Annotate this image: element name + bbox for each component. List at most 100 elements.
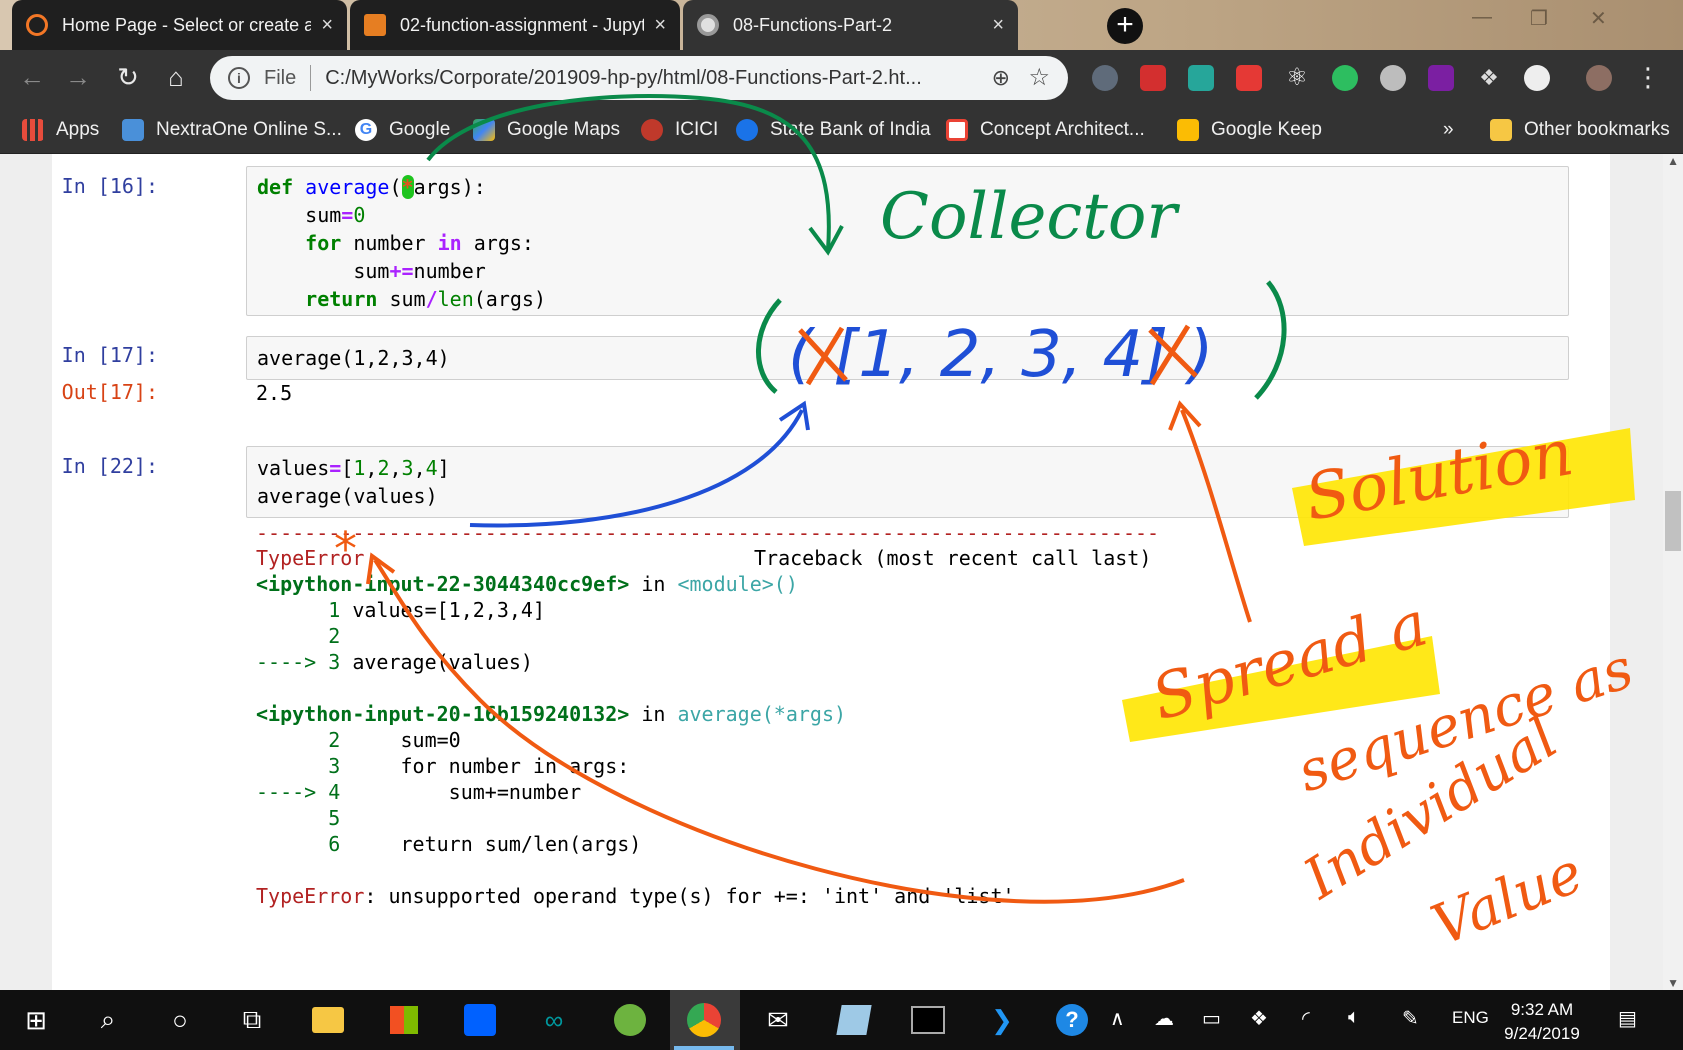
cortana-icon[interactable]: ○	[160, 1000, 200, 1040]
info-icon[interactable]: i	[228, 67, 250, 89]
minimize-icon[interactable]: —	[1472, 6, 1492, 29]
bookmark-icici[interactable]: ICICI	[641, 116, 718, 144]
close-icon[interactable]: ×	[654, 14, 666, 37]
extension-icon-10[interactable]	[1524, 65, 1550, 91]
cell-prompt: In [17]:	[61, 343, 158, 367]
icici-icon	[641, 119, 663, 141]
bookmark-google-maps[interactable]: Google Maps	[473, 116, 620, 144]
traceback-line: ----> 4 sum+=number	[256, 780, 582, 804]
chrome-icon[interactable]	[684, 1000, 724, 1040]
input-language[interactable]: ENG	[1452, 1008, 1489, 1028]
code-cell-17[interactable]: average(1,2,3,4)	[246, 336, 1569, 380]
tab-functions-part-2[interactable]: 08-Functions-Part-2 ×	[683, 0, 1018, 50]
onedrive-icon[interactable]: ☁	[1154, 1006, 1174, 1031]
help-icon[interactable]: ?	[1052, 1000, 1092, 1040]
bookmark-google[interactable]: G Google	[355, 116, 450, 144]
active-app-underline	[674, 1046, 734, 1050]
code-line: sum=0	[257, 203, 366, 227]
terminal-icon[interactable]	[908, 1000, 948, 1040]
dropbox-icon[interactable]	[460, 1000, 500, 1040]
extension-icon-3[interactable]	[1188, 65, 1214, 91]
bookmark-nextraone[interactable]: NextraOne Online S...	[122, 116, 342, 144]
traceback-line: 5	[328, 806, 341, 830]
dropbox-tray-icon[interactable]: ❖	[1250, 1006, 1268, 1031]
profile-avatar[interactable]	[1586, 65, 1612, 91]
notifications-icon[interactable]: ▤	[1618, 1006, 1637, 1031]
extension-icon-7[interactable]	[1380, 65, 1406, 91]
dropbox-extension-icon[interactable]: ❖	[1476, 65, 1502, 91]
tab-home-page[interactable]: Home Page - Select or create a n ×	[12, 0, 347, 50]
code-line: sum+=number	[257, 259, 486, 283]
evernote-icon[interactable]	[1332, 65, 1358, 91]
bookmark-concept-architect[interactable]: Concept Architect...	[946, 116, 1145, 144]
onenote-icon[interactable]	[1428, 65, 1454, 91]
bookmark-star-icon[interactable]: ☆	[1028, 63, 1050, 92]
address-url[interactable]: C:/MyWorks/Corporate/201909-hp-py/html/0…	[325, 67, 985, 90]
volume-icon[interactable]: 🔈︎	[1348, 1006, 1360, 1029]
apps-grid-icon	[22, 119, 44, 141]
window-close-icon[interactable]: ✕	[1590, 6, 1607, 31]
code-line: average(values)	[257, 484, 438, 508]
google-icon: G	[355, 119, 377, 141]
close-icon[interactable]: ×	[992, 14, 1004, 37]
task-view-icon[interactable]: ⧉	[232, 1000, 272, 1040]
vertical-scrollbar[interactable]: ▲ ▼	[1663, 154, 1683, 990]
menu-icon[interactable]: ⋮	[1632, 62, 1664, 94]
bookmark-google-keep[interactable]: Google Keep	[1177, 116, 1322, 144]
pen-icon[interactable]: ✎	[1402, 1006, 1419, 1031]
code-cell-16[interactable]: def average(*args): sum=0 for number in …	[246, 166, 1569, 316]
windows-start-icon[interactable]: ⊞	[16, 1000, 56, 1040]
traceback-frame-1: <ipython-input-22-3044340cc9ef> in <modu…	[256, 572, 798, 596]
notes-icon[interactable]	[834, 1000, 874, 1040]
traceback-header: Traceback (most recent call last)	[754, 546, 1152, 570]
tab-title: 08-Functions-Part-2	[733, 14, 893, 35]
traceback-line: 1 values=[1,2,3,4]	[328, 598, 545, 622]
windows-taskbar: ⊞ ⌕ ○ ⧉ ∞ ✉ ❯ ? ∧ ☁ ▭ ❖ ◜ 🔈︎ ✎ ENG 9:32 …	[0, 990, 1683, 1050]
spring-icon[interactable]	[610, 1000, 650, 1040]
tab-function-assignment[interactable]: 02-function-assignment - Jupyter ×	[350, 0, 680, 50]
new-tab-button[interactable]: +	[1107, 8, 1143, 44]
folder-icon	[1490, 119, 1512, 141]
other-bookmarks[interactable]: Other bookmarks	[1490, 116, 1670, 144]
tray-expand-icon[interactable]: ∧	[1110, 1006, 1125, 1031]
traceback-line: 3 for number in args:	[328, 754, 630, 778]
address-bar[interactable]: i File C:/MyWorks/Corporate/201909-hp-py…	[210, 56, 1068, 100]
restore-icon[interactable]: ❐	[1530, 6, 1548, 31]
vscode-icon[interactable]: ❯	[982, 1000, 1022, 1040]
zoom-icon[interactable]: ⊕	[992, 65, 1010, 91]
code-cell-22[interactable]: values=[1,2,3,4] average(values)	[246, 446, 1569, 518]
scroll-down-icon[interactable]: ▼	[1667, 976, 1679, 990]
extension-icon-1[interactable]	[1092, 65, 1118, 91]
react-devtools-icon[interactable]: ⚛	[1284, 65, 1310, 91]
scroll-up-icon[interactable]: ▲	[1667, 154, 1679, 168]
mail-icon[interactable]: ✉	[758, 1000, 798, 1040]
search-icon[interactable]: ⌕	[88, 1000, 128, 1040]
traceback-dashes: ----------------------------------------…	[256, 521, 1160, 545]
traceback-frame-2: <ipython-input-20-16b159240132> in avera…	[256, 702, 847, 726]
traceback-line: ----> 3 average(values)	[256, 650, 533, 674]
google-keep-icon	[1177, 119, 1199, 141]
system-clock[interactable]: 9:32 AM 9/24/2019	[1494, 998, 1590, 1046]
gmail-extension-icon[interactable]	[1236, 65, 1262, 91]
cell-prompt: In [16]:	[61, 174, 158, 198]
bookmark-apps[interactable]: Apps	[22, 116, 99, 144]
file-explorer-icon[interactable]	[308, 1000, 348, 1040]
bookmark-label: Google	[389, 119, 451, 140]
scrollbar-thumb[interactable]	[1665, 491, 1681, 551]
battery-icon[interactable]: ▭	[1202, 1006, 1221, 1031]
close-icon[interactable]: ×	[321, 14, 333, 37]
tab-title: 02-function-assignment - Jupyter	[400, 14, 645, 35]
wifi-icon[interactable]: ◜	[1302, 1006, 1310, 1031]
store-icon[interactable]	[384, 1000, 424, 1040]
traceback-final-error: TypeError: unsupported operand type(s) f…	[256, 884, 1015, 908]
back-icon[interactable]: ←	[16, 62, 48, 94]
reload-icon[interactable]: ↻	[112, 62, 144, 94]
more-bookmarks-button[interactable]: »	[1443, 116, 1454, 144]
code-line: average(1,2,3,4)	[257, 346, 450, 370]
arduino-icon[interactable]: ∞	[534, 1000, 574, 1040]
extension-icon-2[interactable]	[1140, 65, 1166, 91]
bookmark-sbi[interactable]: State Bank of India	[736, 116, 931, 144]
address-separator	[310, 65, 312, 91]
forward-icon[interactable]: →	[62, 62, 94, 94]
home-icon[interactable]: ⌂	[160, 62, 192, 94]
